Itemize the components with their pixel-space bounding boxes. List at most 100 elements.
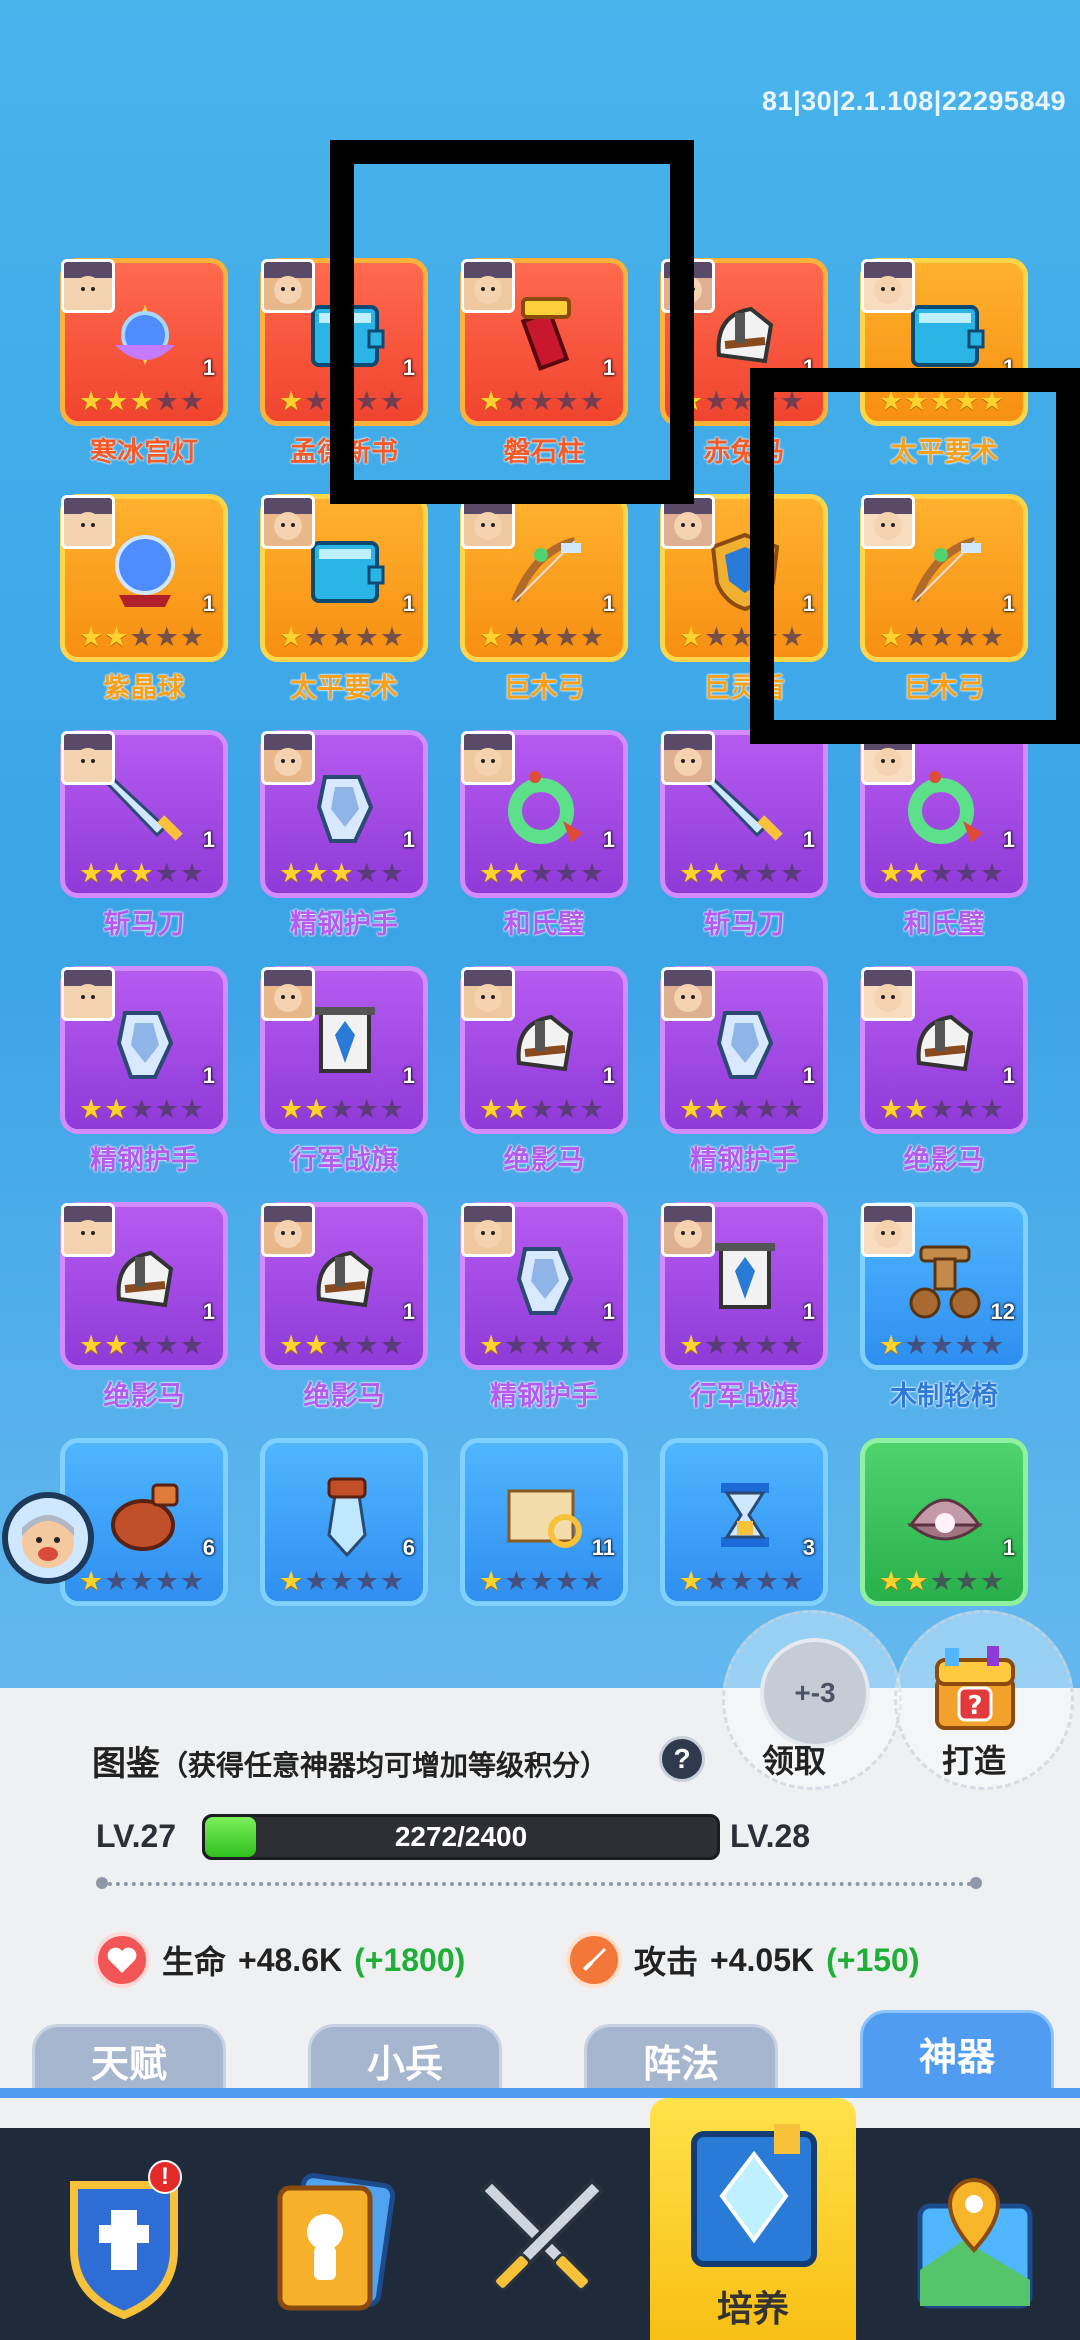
artifact-count: 1 — [602, 1063, 615, 1088]
star-empty-icon: ★ — [504, 1330, 529, 1360]
tab-soldier[interactable]: 小兵 — [308, 2024, 502, 2096]
star-filled-icon: ★ — [79, 1330, 104, 1360]
artifact-count: 6 — [402, 1535, 415, 1560]
artifact-name: 紫晶球 — [103, 673, 185, 703]
star-rating: ★ ★ ★ ★ ★ — [479, 623, 604, 651]
forge-button[interactable]: ? — [925, 1640, 1025, 1740]
highlight-box-1 — [330, 140, 694, 504]
treasure-chest-icon: ? — [935, 1646, 1015, 1730]
star-filled-icon: ★ — [79, 622, 104, 652]
nav-castle[interactable] — [44, 2160, 204, 2330]
star-empty-icon: ★ — [179, 386, 205, 416]
version-label: 81|30|2.1.108|22295849 — [762, 86, 1066, 116]
stat-atk: 攻击 +4.05K (+150) — [566, 1932, 919, 1988]
artifact-tile[interactable]: 1 ★ ★ ★ ★ ★ — [860, 1438, 1028, 1606]
star-empty-icon: ★ — [129, 1330, 154, 1360]
star-empty-icon: ★ — [704, 1330, 729, 1360]
star-empty-icon: ★ — [179, 1330, 205, 1360]
map-pin-icon — [917, 2177, 1033, 2309]
tab-formation[interactable]: 阵法 — [584, 2024, 778, 2096]
star-empty-icon: ★ — [379, 1330, 405, 1360]
star-empty-icon: ★ — [979, 1566, 1005, 1596]
artifact-tile[interactable]: 1 ★ ★ ★ ★ ★ — [460, 966, 628, 1134]
artifact-tile[interactable]: 3 ★ ★ ★ ★ ★ — [660, 1438, 828, 1606]
artifact-tile[interactable]: 1 ★ ★ ★ ★ ★ — [260, 730, 428, 898]
artifact-name: 巨木弓 — [503, 673, 585, 703]
artifact-tile[interactable]: 1 ★ ★ ★ ★ ★ — [60, 966, 228, 1134]
star-empty-icon: ★ — [929, 858, 954, 888]
level-progress-text: 2272/2400 — [394, 1821, 528, 1852]
artifact-tile[interactable]: 6 ★ ★ ★ ★ ★ — [260, 1438, 428, 1606]
nav-cultivate-label[interactable]: 培养 — [650, 2280, 856, 2332]
nav-cultivate[interactable] — [674, 2114, 834, 2284]
star-empty-icon: ★ — [554, 1094, 579, 1124]
star-filled-icon: ★ — [304, 1094, 329, 1124]
forge-label[interactable]: 打造 — [942, 1736, 1006, 1782]
artifact-count: 1 — [402, 827, 415, 852]
star-empty-icon: ★ — [704, 1566, 729, 1596]
star-filled-icon: ★ — [879, 1330, 904, 1360]
artifact-tile[interactable]: 1 ★ ★ ★ ★ ★ — [60, 730, 228, 898]
nav-map[interactable] — [894, 2160, 1054, 2330]
tab-talent[interactable]: 天赋 — [32, 2024, 226, 2096]
star-filled-icon: ★ — [479, 622, 504, 652]
artifact-tile[interactable]: 1 ★ ★ ★ ★ ★ — [660, 966, 828, 1134]
star-filled-icon: ★ — [79, 386, 104, 416]
star-empty-icon: ★ — [954, 858, 979, 888]
star-empty-icon: ★ — [304, 1566, 329, 1596]
artifact-tile[interactable]: 1 ★ ★ ★ ★ ★ — [460, 730, 628, 898]
artifact-tile[interactable]: 1 ★ ★ ★ ★ ★ — [460, 1202, 628, 1370]
star-empty-icon: ★ — [354, 1330, 379, 1360]
star-empty-icon: ★ — [929, 1094, 954, 1124]
artifact-tile[interactable]: 1 ★ ★ ★ ★ ★ — [260, 1202, 428, 1370]
star-filled-icon: ★ — [329, 858, 354, 888]
artifact-count: 11 — [591, 1535, 615, 1560]
help-icon[interactable]: ? — [659, 1736, 705, 1782]
nav-heroes[interactable] — [256, 2160, 416, 2330]
star-empty-icon: ★ — [179, 1566, 205, 1596]
artifact-tile[interactable]: 1 ★ ★ ★ ★ ★ — [260, 494, 428, 662]
artifact-tile[interactable]: 1 ★ ★ ★ ★ ★ — [60, 494, 228, 662]
claim-label[interactable]: 领取 — [762, 1736, 826, 1782]
star-empty-icon: ★ — [954, 1566, 979, 1596]
star-rating: ★ ★ ★ ★ ★ — [79, 623, 204, 651]
star-filled-icon: ★ — [479, 1566, 504, 1596]
artifact-tile[interactable]: 1 ★ ★ ★ ★ ★ — [60, 1202, 228, 1370]
tab-artifact[interactable]: 神器 — [860, 2010, 1054, 2096]
artifact-count: 1 — [202, 355, 215, 380]
artifact-tile[interactable]: 1 ★ ★ ★ ★ ★ — [660, 1202, 828, 1370]
star-filled-icon: ★ — [704, 858, 729, 888]
artifact-tile[interactable]: 1 ★ ★ ★ ★ ★ — [860, 730, 1028, 898]
hero-portrait-icon — [261, 1203, 315, 1257]
stat-hp-bonus: (+1800) — [354, 1941, 466, 1978]
crystal-icon — [295, 1465, 395, 1565]
floating-avatar-button[interactable] — [2, 1492, 94, 1584]
hero-portrait-icon — [861, 967, 915, 1021]
artifact-tile[interactable]: 1 ★ ★ ★ ★ ★ — [260, 966, 428, 1134]
star-filled-icon: ★ — [479, 858, 504, 888]
stat-hp-label: 生命 — [162, 1944, 227, 1980]
artifact-name: 太平要术 — [290, 673, 398, 703]
star-filled-icon: ★ — [129, 386, 154, 416]
artifact-count: 1 — [202, 591, 215, 616]
hero-portrait-icon — [61, 1203, 115, 1257]
artifact-tile[interactable]: 1 ★ ★ ★ ★ ★ — [460, 494, 628, 662]
artifact-tile[interactable]: 1 ★ ★ ★ ★ ★ — [860, 966, 1028, 1134]
artifact-tile[interactable]: 1 ★ ★ ★ ★ ★ — [660, 730, 828, 898]
artifact-name: 精钢护手 — [90, 1145, 198, 1175]
artifact-tile[interactable]: 1 ★ ★ ★ ★ ★ — [60, 258, 228, 426]
star-empty-icon: ★ — [529, 1094, 554, 1124]
artifact-count: 1 — [402, 591, 415, 616]
artifact-name: 木制轮椅 — [890, 1381, 998, 1411]
star-empty-icon: ★ — [529, 858, 554, 888]
star-filled-icon: ★ — [304, 1330, 329, 1360]
artifact-tile[interactable]: 11 ★ ★ ★ ★ ★ — [460, 1438, 628, 1606]
artifact-count: 1 — [802, 827, 815, 852]
nav-notification-badge: ! — [148, 2160, 182, 2194]
artifact-tile[interactable]: 12 ★ ★ ★ ★ ★ — [860, 1202, 1028, 1370]
claim-button[interactable]: +-3 — [760, 1638, 870, 1748]
nav-battle[interactable] — [462, 2156, 622, 2326]
star-filled-icon: ★ — [279, 1094, 304, 1124]
highlight-box-2 — [750, 368, 1080, 744]
star-filled-icon: ★ — [679, 622, 704, 652]
